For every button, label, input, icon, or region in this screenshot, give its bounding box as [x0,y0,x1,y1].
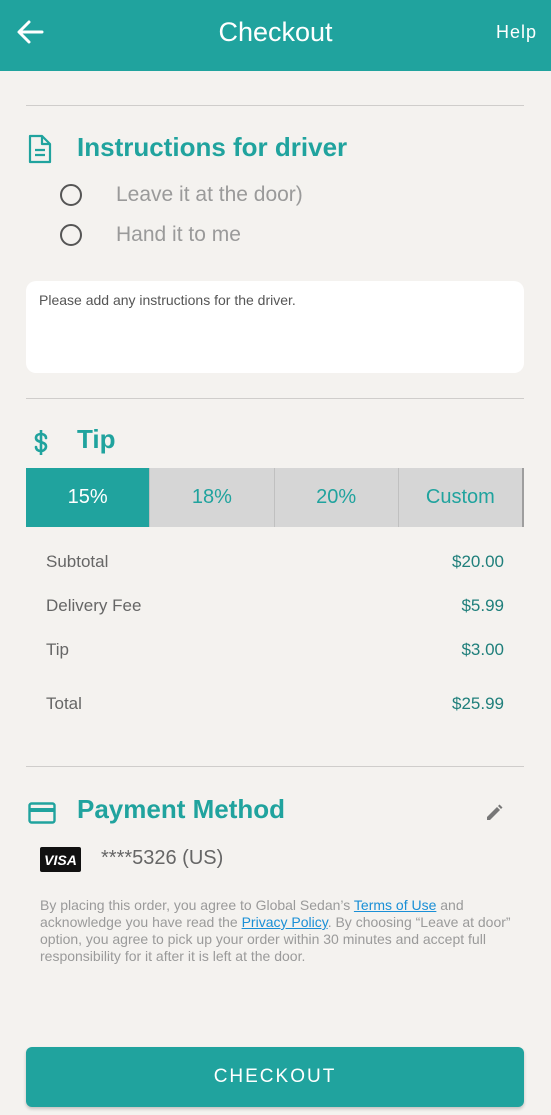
credit-card-icon [28,802,56,829]
summary-total: Total $25.99 [46,694,504,714]
summary-label: Tip [46,640,69,659]
tip-selector: 15% 18% 20% Custom [26,468,524,527]
terms-of-use-link[interactable]: Terms of Use [354,897,436,913]
tip-option-custom[interactable]: Custom [399,468,524,527]
page-title: Checkout [218,17,333,47]
tip-option-20[interactable]: 20% [275,468,399,527]
summary-delivery-fee: Delivery Fee $5.99 [46,596,504,616]
checkout-button[interactable]: CHECKOUT [26,1047,524,1107]
radio-label: Hand it to me [116,223,241,246]
legal-text: By placing this order, you agree to Glob… [40,897,354,913]
divider [26,766,524,767]
radio-leave-at-door[interactable]: Leave it at the door) [60,183,303,207]
document-icon [26,134,54,169]
divider [26,105,524,106]
tip-title: Tip [77,424,116,454]
summary-label: Delivery Fee [46,596,142,615]
tip-option-18[interactable]: 18% [150,468,275,527]
summary-value: $3.00 [461,640,504,659]
card-number: ****5326 (US) [101,847,224,869]
dollar-icon [30,428,52,463]
summary-value: $5.99 [461,596,504,615]
summary-label: Total [46,694,82,713]
summary-subtotal: Subtotal $20.00 [46,552,504,572]
legal-notice: By placing this order, you agree to Glob… [40,897,512,965]
summary-value: $25.99 [452,694,504,713]
instructions-title: Instructions for driver [77,132,348,162]
summary-tip: Tip $3.00 [46,640,504,660]
app-header: Checkout Help [0,0,551,71]
help-link[interactable]: Help [496,21,537,43]
tip-option-15[interactable]: 15% [26,468,151,527]
driver-instructions-input[interactable]: Please add any instructions for the driv… [26,281,524,373]
visa-logo-icon: VISA [40,847,81,872]
summary-value: $20.00 [452,552,504,571]
pencil-edit-icon[interactable] [484,803,504,823]
radio-button[interactable] [60,184,82,206]
radio-label: Leave it at the door) [116,183,303,206]
divider [26,398,524,399]
summary-label: Subtotal [46,552,109,571]
payment-title: Payment Method [77,794,286,824]
radio-hand-to-me[interactable]: Hand it to me [60,223,241,247]
radio-button[interactable] [60,224,82,246]
privacy-policy-link[interactable]: Privacy Policy [242,914,328,930]
